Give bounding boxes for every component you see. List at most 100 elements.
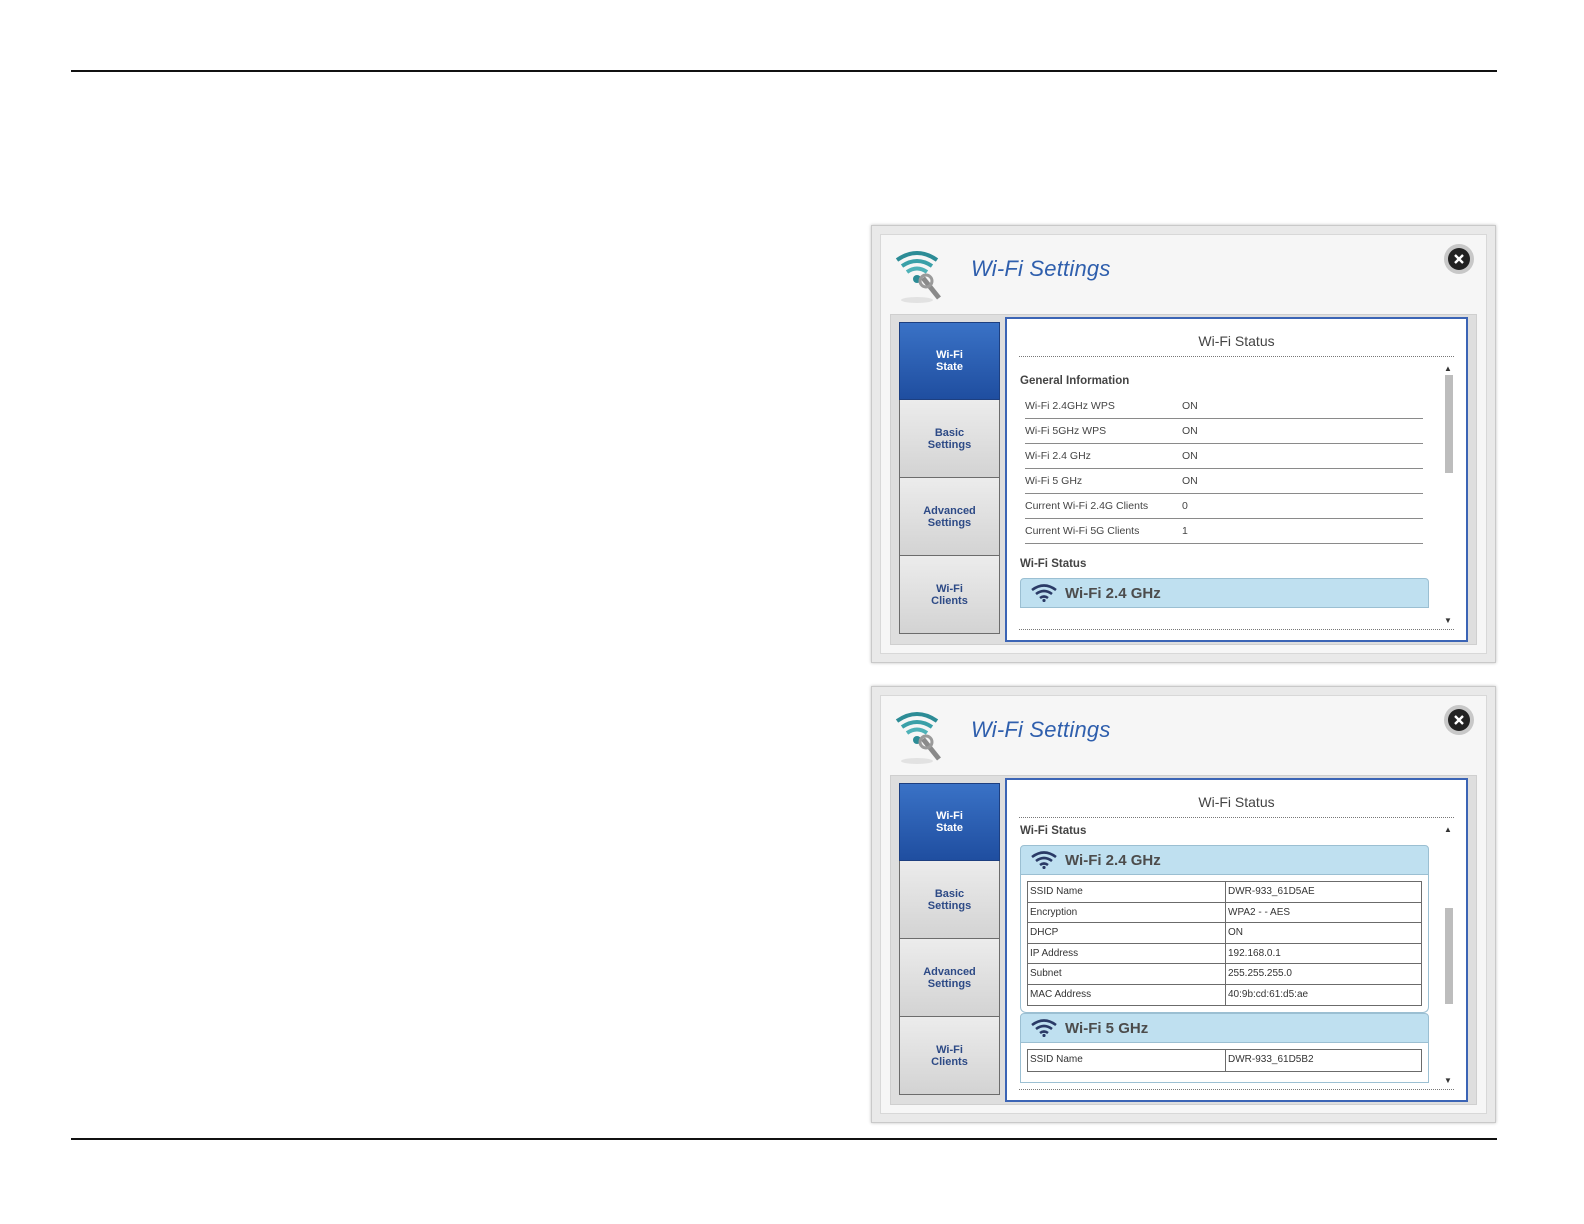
table-row: Current Wi-Fi 2.4G Clients 0 (1025, 494, 1423, 519)
wifi-settings-window-2: Wi-Fi Settings Wi-Fi State Basic Setting… (871, 686, 1496, 1123)
scroll-up-icon[interactable]: ▲ (1444, 826, 1452, 834)
wifi-signal-icon (1031, 851, 1057, 869)
side-tabs: Wi-Fi State Basic Settings Advanced Sett… (899, 783, 1000, 1095)
close-button[interactable] (1444, 244, 1474, 274)
row-key: DHCP (1028, 923, 1226, 943)
tab-wifi-state[interactable]: Wi-Fi State (899, 783, 1000, 861)
row-key: Wi-Fi 2.4GHz WPS (1025, 400, 1115, 412)
scrollbar[interactable]: ▲ ▼ (1442, 365, 1454, 625)
row-value: 1 (1182, 525, 1188, 537)
tab-wifi-state[interactable]: Wi-Fi State (899, 322, 1000, 400)
content-frame: Wi-Fi State Basic Settings Advanced Sett… (890, 775, 1477, 1105)
tab-wifi-clients[interactable]: Wi-Fi Clients (899, 1017, 1000, 1095)
bottom-divider (71, 1138, 1497, 1140)
row-key: Current Wi-Fi 5G Clients (1025, 525, 1140, 537)
table-row: Wi-Fi 5GHz WPS ON (1025, 419, 1423, 444)
row-key: Wi-Fi 5 GHz (1025, 475, 1083, 487)
scroll-down-icon[interactable]: ▼ (1444, 617, 1452, 625)
table-row: Current Wi-Fi 5G Clients 1 (1025, 519, 1423, 544)
scroll-up-icon[interactable]: ▲ (1444, 365, 1452, 373)
close-icon (1448, 248, 1470, 270)
row-key: MAC Address (1028, 984, 1226, 1005)
tab-label: Wi-Fi State (936, 810, 963, 834)
row-value: ON (1182, 450, 1198, 462)
table-row: DHCP ON (1028, 923, 1421, 944)
status-pane: Wi-Fi Status Wi-Fi Status Wi-Fi 2.4 GHz (1005, 778, 1468, 1102)
wifi-status-heading: Wi-Fi Status (1020, 558, 1087, 570)
row-value: ON (1182, 475, 1198, 487)
tab-wifi-clients[interactable]: Wi-Fi Clients (899, 556, 1000, 634)
scroll-thumb[interactable] (1445, 375, 1453, 473)
close-icon (1448, 709, 1470, 731)
table-row: SSID Name DWR-933_61D5AE (1028, 882, 1421, 903)
tab-label: Basic Settings (927, 426, 972, 451)
row-value: DWR-933_61D5B2 (1228, 1054, 1314, 1065)
scroll-down-icon[interactable]: ▼ (1444, 1077, 1452, 1085)
table-row: Encryption WPA2 - - AES (1028, 902, 1421, 923)
row-key: SSID Name (1028, 1050, 1226, 1071)
scroll-area[interactable]: Wi-Fi Status Wi-Fi 2.4 GHz SSID Name DWR-… (1019, 820, 1454, 1090)
row-key: Current Wi-Fi 2.4G Clients (1025, 500, 1149, 512)
band-title: Wi-Fi 2.4 GHz (1065, 851, 1161, 869)
table-row: MAC Address 40:9b:cd:61:d5:ae (1028, 984, 1421, 1005)
row-value: 255.255.255.0 (1228, 968, 1292, 979)
row-value: DWR-933_61D5AE (1228, 886, 1315, 897)
scroll-area[interactable]: General Information Wi-Fi 2.4GHz WPS ON W… (1019, 359, 1454, 630)
table-row: SSID Name DWR-933_61D5B2 (1028, 1050, 1421, 1071)
row-value: 192.168.0.1 (1228, 947, 1281, 959)
band-5ghz-header[interactable]: Wi-Fi 5 GHz (1020, 1013, 1429, 1043)
window-body: Wi-Fi Settings Wi-Fi State Basic Setting… (880, 695, 1487, 1114)
window-title: Wi-Fi Settings (971, 717, 1111, 742)
row-key: Subnet (1028, 964, 1226, 984)
wifi-settings-icon (893, 248, 947, 306)
row-value: 40:9b:cd:61:d5:ae (1228, 988, 1309, 1000)
row-value: ON (1228, 927, 1243, 938)
band-title: Wi-Fi 2.4 GHz (1065, 584, 1161, 602)
tab-label: Basic Settings (927, 887, 972, 912)
tab-basic-settings[interactable]: Basic Settings (899, 861, 1000, 939)
scroll-thumb[interactable] (1445, 908, 1453, 1004)
tab-label: Wi-Fi Clients (931, 1043, 968, 1068)
status-pane: Wi-Fi Status General Information Wi-Fi 2… (1005, 317, 1468, 642)
row-key: IP Address (1028, 943, 1226, 963)
band-24ghz-header[interactable]: Wi-Fi 2.4 GHz (1020, 845, 1429, 875)
band-5ghz-table: SSID Name DWR-933_61D5B2 (1027, 1049, 1422, 1072)
top-divider (71, 70, 1497, 72)
row-value: ON (1182, 425, 1198, 437)
pane-title: Wi-Fi Status (1019, 333, 1454, 357)
tab-label: Wi-Fi State (936, 349, 963, 373)
tab-advanced-settings[interactable]: Advanced Settings (899, 939, 1000, 1017)
table-row: IP Address 192.168.0.1 (1028, 943, 1421, 964)
wifi-settings-window-1: Wi-Fi Settings Wi-Fi State Basic Setting… (871, 225, 1496, 663)
tab-label: Advanced Settings (923, 504, 976, 529)
band-24ghz-header[interactable]: Wi-Fi 2.4 GHz (1020, 578, 1429, 608)
table-row: Wi-Fi 2.4GHz WPS ON (1025, 394, 1423, 419)
row-value: ON (1182, 400, 1198, 412)
general-information-table: Wi-Fi 2.4GHz WPS ON Wi-Fi 5GHz WPS ON Wi-F… (1025, 394, 1423, 544)
tab-advanced-settings[interactable]: Advanced Settings (899, 478, 1000, 556)
side-tabs: Wi-Fi State Basic Settings Advanced Sett… (899, 322, 1000, 634)
row-value: 0 (1182, 500, 1188, 512)
wifi-signal-icon (1031, 1019, 1057, 1037)
band-24ghz-body: SSID Name DWR-933_61D5AE Encryption WPA2 -… (1020, 875, 1429, 1013)
row-key: SSID Name (1028, 882, 1226, 902)
general-information-heading: General Information (1020, 375, 1130, 387)
wifi-status-heading: Wi-Fi Status (1020, 825, 1087, 837)
close-button[interactable] (1444, 705, 1474, 735)
table-row: Wi-Fi 5 GHz ON (1025, 469, 1423, 494)
row-key: Wi-Fi 2.4 GHz (1025, 450, 1091, 462)
table-row: Wi-Fi 2.4 GHz ON (1025, 444, 1423, 469)
wifi-signal-icon (1031, 584, 1057, 602)
tab-label: Wi-Fi Clients (931, 582, 968, 607)
row-key: Wi-Fi 5GHz WPS (1025, 425, 1107, 437)
content-frame: Wi-Fi State Basic Settings Advanced Sett… (890, 314, 1477, 645)
scrollbar[interactable]: ▲ ▼ (1442, 826, 1454, 1085)
band-24ghz-table: SSID Name DWR-933_61D5AE Encryption WPA2 -… (1027, 881, 1422, 1006)
wifi-settings-icon (893, 709, 947, 767)
band-5ghz-body: SSID Name DWR-933_61D5B2 (1020, 1043, 1429, 1083)
row-key: Encryption (1028, 902, 1226, 922)
tab-basic-settings[interactable]: Basic Settings (899, 400, 1000, 478)
window-body: Wi-Fi Settings Wi-Fi State Basic Setting… (880, 234, 1487, 654)
window-title: Wi-Fi Settings (971, 256, 1111, 281)
pane-title: Wi-Fi Status (1019, 794, 1454, 818)
